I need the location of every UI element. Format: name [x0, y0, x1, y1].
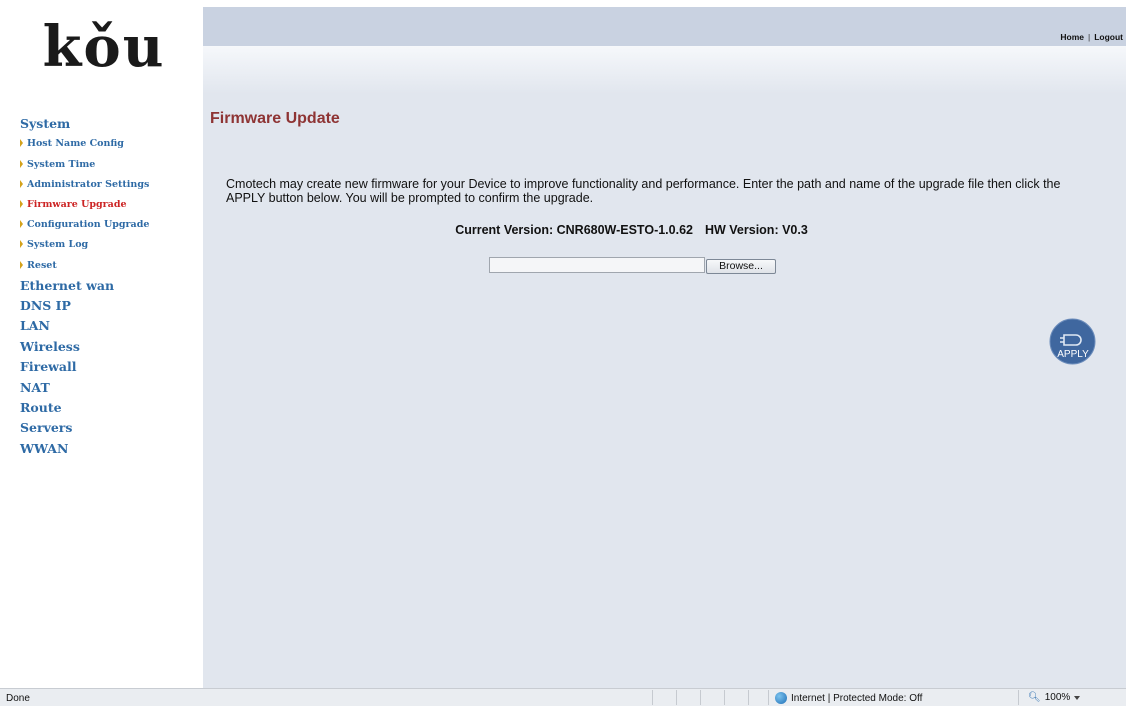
status-divider: [724, 690, 725, 705]
status-divider: [652, 690, 653, 705]
nav-group-route[interactable]: Route: [20, 398, 200, 418]
page-title: Firmware Update: [210, 110, 340, 127]
nav-group-ethernet-wan[interactable]: Ethernet wan: [20, 276, 200, 296]
current-version: Current Version: CNR680W-ESTO-1.0.62: [455, 223, 693, 237]
sidebar-menu: System Host Name Config System Time Admi…: [20, 114, 200, 459]
status-divider: [748, 690, 749, 705]
nav-item-firmware-upgrade[interactable]: Firmware Upgrade: [20, 195, 200, 215]
firmware-description: Cmotech may create new firmware for your…: [226, 177, 1061, 205]
status-divider: [676, 690, 677, 705]
apply-label: APPLY: [1057, 349, 1089, 360]
nav-item-configuration-upgrade[interactable]: Configuration Upgrade: [20, 215, 200, 235]
browse-button[interactable]: Browse...: [706, 259, 776, 274]
nav-group-wwan[interactable]: WWAN: [20, 439, 200, 459]
nav-bullet-icon: [20, 260, 23, 269]
status-text: Done: [6, 693, 30, 704]
nav-item-administrator-settings[interactable]: Administrator Settings: [20, 175, 200, 195]
zoom-icon[interactable]: 🔍︎: [1028, 692, 1041, 703]
zoom-level[interactable]: 100%: [1045, 692, 1071, 703]
logout-link[interactable]: Logout: [1094, 32, 1123, 42]
nav-group-wireless[interactable]: Wireless: [20, 337, 200, 357]
browser-status-bar: Done Internet | Protected Mode: Off 🔍︎ 1…: [0, 688, 1126, 706]
nav-item-system-time[interactable]: System Time: [20, 155, 200, 175]
version-info: Current Version: CNR680W-ESTO-1.0.62 HW V…: [203, 223, 1060, 237]
zone-text: Internet | Protected Mode: Off: [791, 692, 923, 704]
hw-version: HW Version: V0.3: [704, 223, 808, 237]
nav-item-host-name-config[interactable]: Host Name Config: [20, 134, 200, 154]
globe-icon: [775, 692, 787, 704]
zoom-dropdown-icon[interactable]: [1074, 695, 1081, 700]
logo-text: kǒu: [43, 14, 166, 76]
status-controls: 🔍︎ 100%: [1028, 692, 1081, 703]
firmware-file-path-input[interactable]: [489, 257, 705, 273]
nav-bullet-icon: [20, 159, 23, 168]
link-separator: |: [1087, 32, 1091, 42]
apply-button[interactable]: APPLY: [1049, 318, 1096, 365]
nav-item-reset[interactable]: Reset: [20, 256, 200, 276]
nav-bullet-icon: [20, 220, 23, 229]
nav-group-lan[interactable]: LAN: [20, 316, 200, 336]
left-navigation: kǒu System Host Name Config System Time …: [0, 0, 203, 688]
nav-item-system-log[interactable]: System Log: [20, 235, 200, 255]
nav-bullet-icon: [20, 179, 23, 188]
nav-bullet-icon: [20, 139, 23, 148]
nav-bullet-icon: [20, 199, 23, 208]
status-divider: [700, 690, 701, 705]
security-zone[interactable]: Internet | Protected Mode: Off: [775, 692, 922, 704]
home-link[interactable]: Home: [1060, 32, 1084, 42]
top-bar: Home | Logout: [203, 7, 1126, 46]
main-panel: Home | Logout Firmware Update Cmotech may …: [203, 7, 1126, 688]
nav-group-servers[interactable]: Servers: [20, 418, 200, 438]
nav-group-dns-ip[interactable]: DNS IP: [20, 296, 200, 316]
status-divider: [768, 690, 769, 705]
nav-group-firewall[interactable]: Firewall: [20, 357, 200, 377]
kou-logo: kǒu: [43, 14, 166, 76]
nav-bullet-icon: [20, 240, 23, 249]
top-links: Home | Logout: [1060, 32, 1123, 42]
status-divider: [1018, 690, 1019, 705]
top-bar-gradient: [203, 46, 1126, 94]
nav-group-system[interactable]: System: [20, 114, 200, 134]
nav-group-nat[interactable]: NAT: [20, 378, 200, 398]
